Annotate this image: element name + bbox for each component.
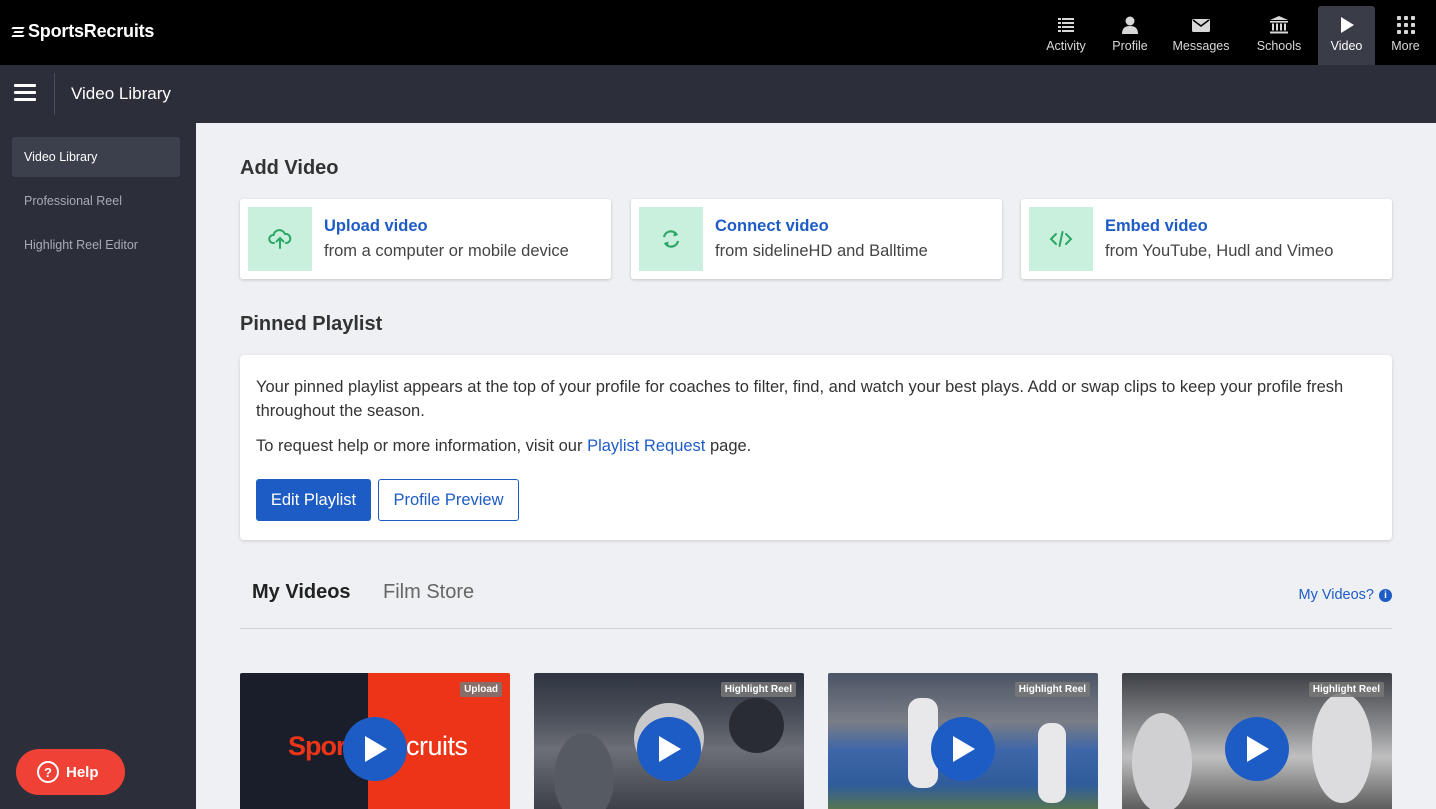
brand-logo[interactable]: SportsRecruits (11, 18, 155, 44)
player-figure (1312, 693, 1372, 803)
request-suffix: page. (705, 437, 752, 455)
connect-video-subtitle: from sidelineHD and Balltime (715, 242, 928, 260)
video-thumbnail[interactable]: Highlight Reel (1122, 673, 1392, 809)
play-button-icon[interactable] (637, 717, 701, 781)
help-button[interactable]: ? Help (16, 749, 125, 795)
nav-label: Schools (1256, 39, 1302, 53)
pinned-description: Your pinned playlist appears at the top … (256, 378, 1344, 420)
pinned-request-text: To request help or more information, vis… (256, 437, 751, 456)
video-thumbnail[interactable]: Spor cruits Upload (240, 673, 510, 809)
connect-video-title: Connect video (715, 217, 829, 235)
video-type-badge: Highlight Reel (1308, 682, 1384, 697)
sub-header: Video Library (0, 65, 1436, 123)
divider (54, 73, 55, 115)
nav-messages[interactable]: Messages (1162, 6, 1240, 65)
nav-label: Video (1330, 39, 1363, 53)
refresh-icon (639, 207, 703, 271)
upload-video-subtitle: from a computer or mobile device (324, 242, 569, 260)
connect-video-card[interactable]: Connect video from sidelineHD and Ballti… (631, 199, 1002, 279)
video-type-badge: Highlight Reel (720, 682, 796, 697)
nav-label: More (1391, 39, 1420, 53)
sidebar: Video Library Professional Reel Highligh… (0, 123, 196, 809)
tab-my-videos[interactable]: My Videos (252, 581, 351, 604)
nav-label: Activity (1046, 39, 1086, 53)
upload-video-title: Upload video (324, 217, 428, 235)
info-icon: i (1379, 588, 1392, 602)
profile-preview-button[interactable]: Profile Preview (378, 479, 519, 521)
play-button-icon[interactable] (1225, 717, 1289, 781)
nav-video[interactable]: Video (1318, 6, 1375, 65)
video-tabs: My Videos Film Store My Videos? i (240, 573, 1392, 629)
nav-more[interactable]: More (1375, 6, 1436, 65)
help-label: Help (66, 763, 99, 781)
sidebar-item-highlight-reel-editor[interactable]: Highlight Reel Editor (12, 225, 180, 265)
brand-name: SportsRecruits (28, 20, 155, 41)
list-icon (1058, 18, 1074, 32)
building-icon (1270, 16, 1288, 34)
logo-mark-icon (11, 25, 27, 37)
person-icon (1122, 16, 1138, 34)
embed-video-card[interactable]: Embed video from YouTube, Hudl and Vimeo (1021, 199, 1392, 279)
edit-playlist-button[interactable]: Edit Playlist (256, 479, 371, 521)
video-type-badge: Highlight Reel (1014, 682, 1090, 697)
thumb-text: cruits (406, 731, 468, 761)
add-video-heading: Add Video (240, 157, 339, 179)
embed-video-subtitle: from YouTube, Hudl and Vimeo (1105, 242, 1334, 260)
video-type-badge: Upload (460, 682, 502, 697)
top-nav: Activity Profile Messages Schools Video … (1034, 6, 1436, 65)
sidebar-item-video-library[interactable]: Video Library (12, 137, 180, 177)
main-content: Add Video Upload video from a computer o… (196, 123, 1436, 809)
hamburger-menu-icon[interactable] (14, 84, 36, 102)
grid-icon (1396, 16, 1415, 34)
play-button-icon[interactable] (931, 717, 995, 781)
pinned-playlist-heading: Pinned Playlist (240, 313, 383, 335)
player-figure (1132, 713, 1192, 809)
upload-video-card[interactable]: Upload video from a computer or mobile d… (240, 199, 611, 279)
request-prefix: To request help or more information, vis… (256, 437, 588, 455)
nav-activity[interactable]: Activity (1034, 6, 1098, 65)
nav-profile[interactable]: Profile (1098, 6, 1162, 65)
code-icon (1029, 207, 1093, 271)
page-title: Video Library (71, 84, 171, 103)
tab-film-store[interactable]: Film Store (383, 581, 474, 604)
my-videos-help-label: My Videos? (1298, 587, 1375, 603)
playlist-request-link[interactable]: Playlist Request (587, 437, 705, 455)
video-thumbnail[interactable]: Highlight Reel (534, 673, 804, 809)
player-figure (554, 733, 614, 809)
nav-schools[interactable]: Schools (1240, 6, 1318, 65)
sidebar-item-professional-reel[interactable]: Professional Reel (12, 181, 180, 221)
embed-video-title: Embed video (1105, 217, 1208, 235)
player-figure (1038, 723, 1066, 803)
nav-label: Messages (1172, 39, 1230, 53)
video-thumbnail[interactable]: Highlight Reel (828, 673, 1098, 809)
play-icon (1340, 17, 1354, 33)
top-navbar: SportsRecruits Activity Profile Messages… (0, 0, 1436, 65)
my-videos-help-link[interactable]: My Videos? i (1298, 587, 1392, 603)
cloud-upload-icon (248, 207, 312, 271)
nav-label: Profile (1112, 39, 1148, 53)
play-button-icon[interactable] (343, 717, 407, 781)
pinned-playlist-card: Your pinned playlist appears at the top … (240, 355, 1392, 540)
thumb-text: Spor (288, 731, 347, 761)
player-figure (729, 698, 784, 753)
envelope-icon (1192, 19, 1210, 32)
question-icon: ? (37, 761, 59, 783)
